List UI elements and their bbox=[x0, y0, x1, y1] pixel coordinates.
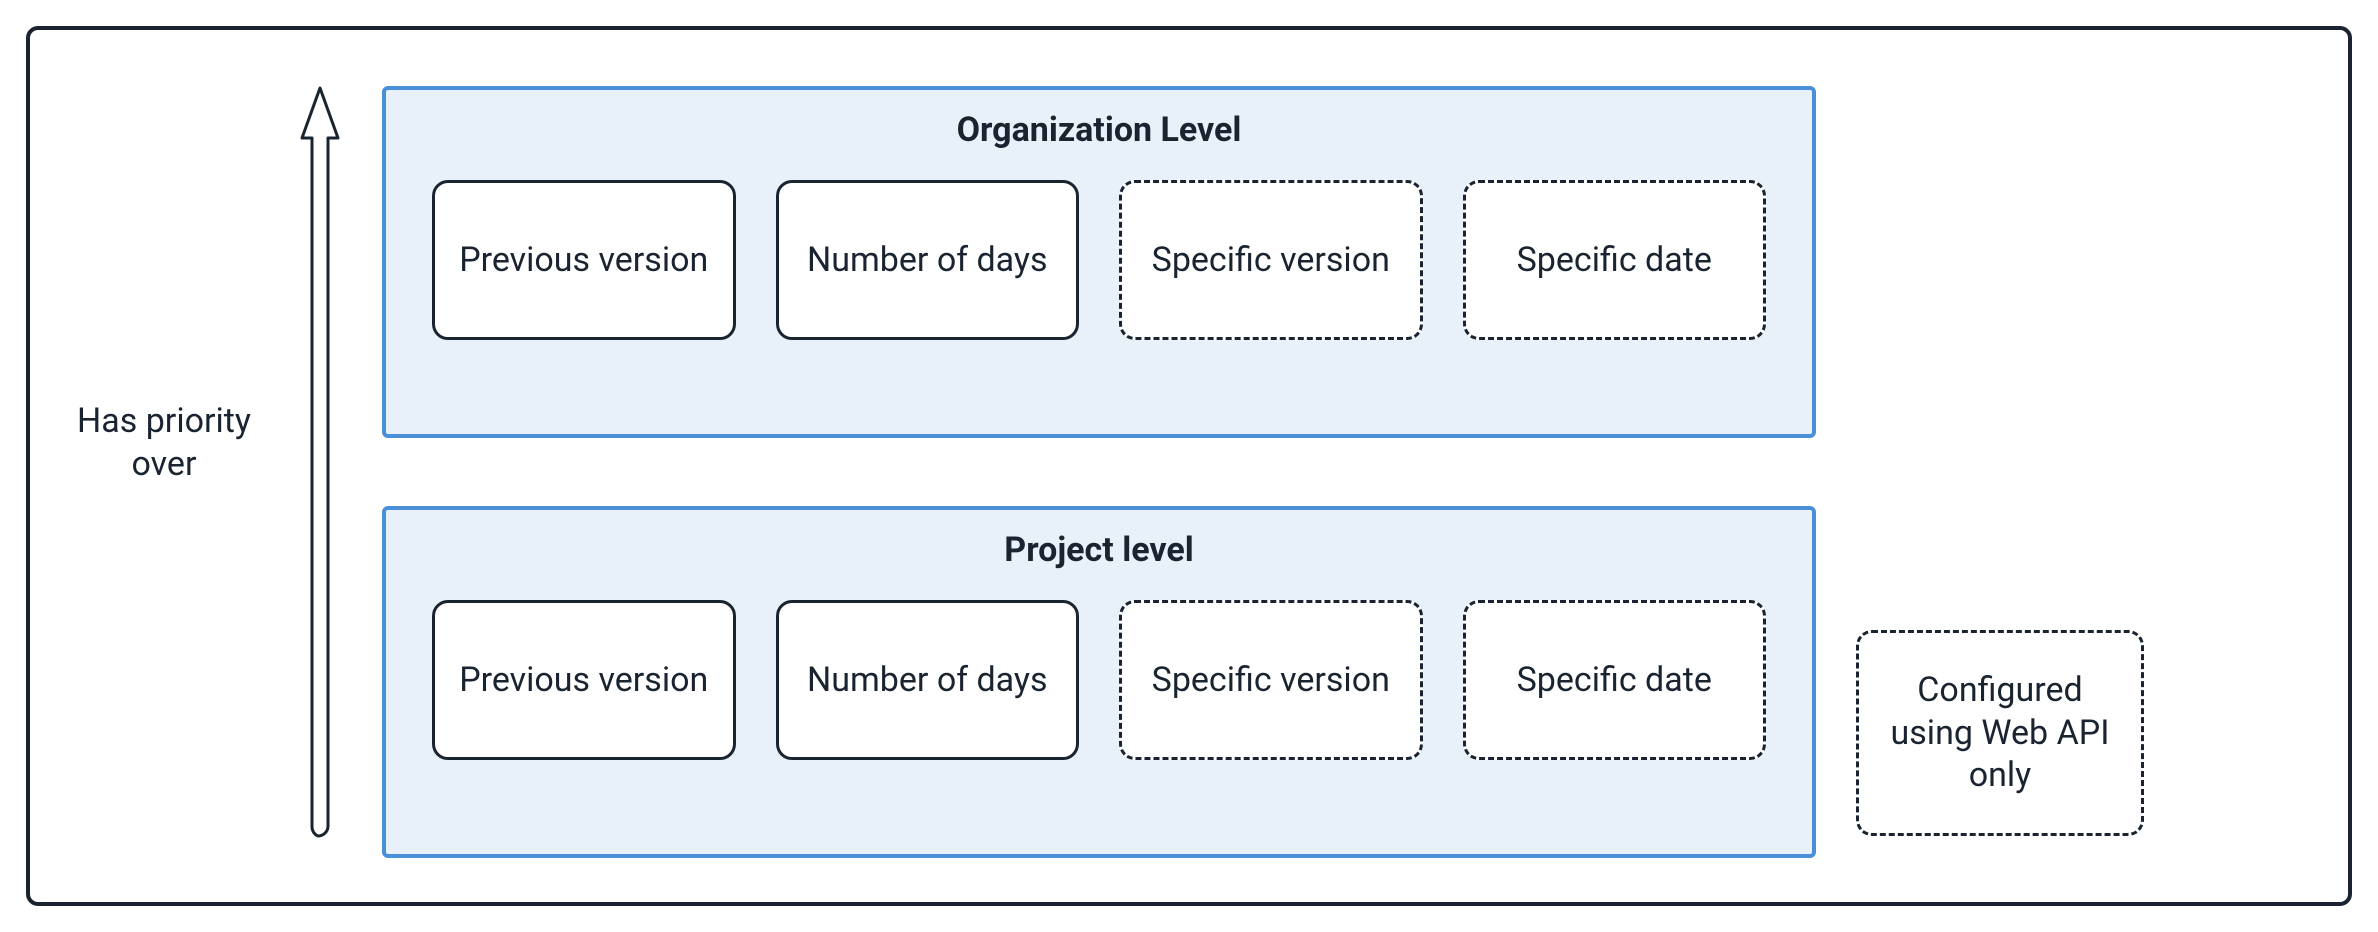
legend-web-api-only: Configured using Web API only bbox=[1856, 630, 2144, 836]
project-option-specific-date: Specific date bbox=[1463, 600, 1767, 760]
project-options-row: Previous version Number of days Specific… bbox=[386, 580, 1812, 806]
project-level-title: Project level bbox=[386, 510, 1812, 580]
project-option-number-of-days: Number of days bbox=[776, 600, 1080, 760]
project-level-box: Project level Previous version Number of… bbox=[382, 506, 1816, 858]
organization-options-row: Previous version Number of days Specific… bbox=[386, 160, 1812, 386]
org-option-previous-version: Previous version bbox=[432, 180, 736, 340]
org-option-number-of-days: Number of days bbox=[776, 180, 1080, 340]
org-option-specific-version: Specific version bbox=[1119, 180, 1423, 340]
org-option-specific-date: Specific date bbox=[1463, 180, 1767, 340]
organization-level-title: Organization Level bbox=[386, 90, 1812, 160]
diagram-frame: Has priority over Organization Level Pre… bbox=[26, 26, 2352, 906]
project-option-previous-version: Previous version bbox=[432, 600, 736, 760]
priority-label: Has priority over bbox=[66, 400, 262, 485]
organization-level-box: Organization Level Previous version Numb… bbox=[382, 86, 1816, 438]
project-option-specific-version: Specific version bbox=[1119, 600, 1423, 760]
priority-arrow-up-icon bbox=[298, 86, 342, 858]
